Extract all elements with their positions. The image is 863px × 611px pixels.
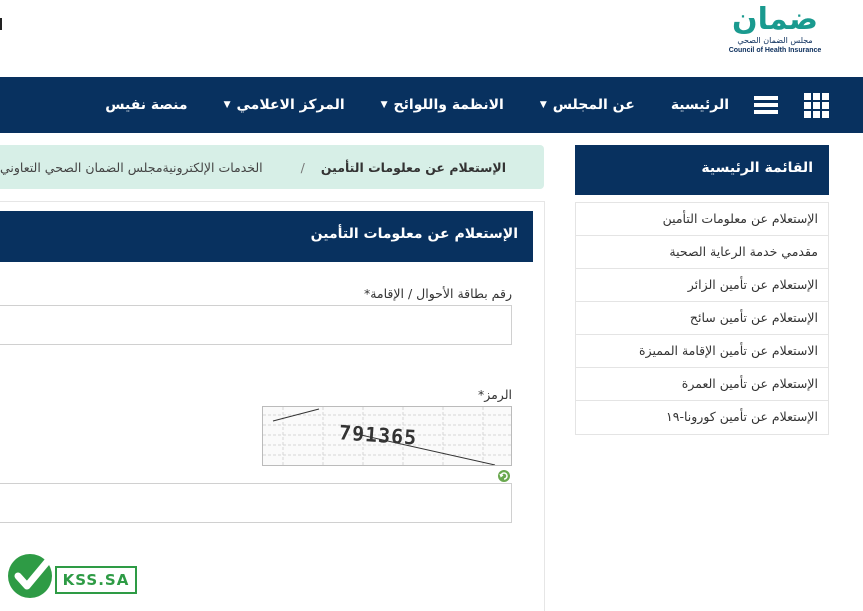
- caret-down-icon: ▼: [380, 100, 388, 110]
- nav-item-about[interactable]: عن المجلس ▼: [540, 97, 635, 113]
- sidebar-item-tourist-insurance[interactable]: الإستعلام عن تأمين سائح: [576, 302, 828, 335]
- sidebar-menu: الإستعلام عن معلومات التأمين مقدمي خدمة …: [575, 202, 829, 435]
- nav-item-label: الانظمة واللوائح: [393, 97, 504, 113]
- apps-grid-icon[interactable]: [803, 92, 829, 118]
- sidebar-item-insurance-inquiry[interactable]: الإستعلام عن معلومات التأمين: [576, 203, 828, 236]
- sidebar-item-healthcare-providers[interactable]: مقدمي خدمة الرعاية الصحية: [576, 236, 828, 269]
- refresh-icon[interactable]: [497, 469, 511, 483]
- logo-wordmark: ضمان: [732, 2, 818, 37]
- breadcrumb-separator: /: [300, 159, 305, 175]
- site-logo[interactable]: ضمان مجلس الضمان الصحي Council of Health…: [725, 4, 825, 62]
- logo-arabic-caption: مجلس الضمان الصحي: [737, 36, 813, 45]
- caret-down-icon: ▼: [223, 100, 231, 110]
- nav-item-media-center[interactable]: المركز الاعلامي ▼: [224, 97, 345, 113]
- menu-bars-icon[interactable]: [753, 92, 779, 118]
- sidebar-title: القائمة الرئيسية: [575, 145, 829, 195]
- nav-item-nafees[interactable]: منصة نفيس: [105, 97, 187, 113]
- captcha-image: 791365: [262, 406, 512, 466]
- breadcrumb: مجلس الضمان الصحي التعاوني الخدمات الإلك…: [0, 145, 544, 189]
- breadcrumb-link-eservices[interactable]: الخدمات الإلكترونية: [163, 160, 263, 175]
- logo-english-caption: Council of Health Insurance: [728, 47, 822, 54]
- checkmark-icon: [8, 552, 56, 598]
- nav-item-label: الرئيسية: [670, 97, 729, 113]
- breadcrumb-current: الإستعلام عن معلومات التأمين: [320, 159, 507, 175]
- nav-item-label: المركز الاعلامي: [236, 97, 345, 113]
- captcha-input[interactable]: [0, 483, 512, 523]
- nav-item-label: منصة نفيس: [105, 97, 188, 113]
- nav-item-regulations[interactable]: الانظمة واللوائح ▼: [381, 97, 504, 113]
- form-title: الإستعلام عن معلومات التأمين: [0, 211, 533, 262]
- site-header: ضمان مجلس الضمان الصحي Council of Health…: [0, 0, 863, 77]
- id-number-input[interactable]: [0, 305, 512, 345]
- nav-item-label: عن المجلس: [552, 97, 635, 113]
- caret-down-icon: ▼: [539, 100, 547, 110]
- nav-item-home[interactable]: الرئيسية: [671, 97, 729, 113]
- edge-mark: [0, 18, 2, 30]
- main-navbar: الرئيسية عن المجلس ▼ الانظمة واللوائح ▼ …: [0, 77, 863, 133]
- sidebar-item-covid-insurance[interactable]: الإستعلام عن تأمين كورونا-١٩: [576, 401, 828, 434]
- breadcrumb-link-council[interactable]: مجلس الضمان الصحي التعاوني: [0, 160, 163, 175]
- sidebar-item-umrah-insurance[interactable]: الإستعلام عن تأمين العمرة: [576, 368, 828, 401]
- captcha-label: الرمز*: [477, 387, 512, 402]
- watermark-text: KSS.SA: [55, 566, 137, 594]
- sidebar-item-visitor-insurance[interactable]: الإستعلام عن تأمين الزائر: [576, 269, 828, 302]
- id-number-label: رقم بطاقة الأحوال / الإقامة*: [363, 286, 512, 301]
- sidebar-item-premium-residency[interactable]: الاستعلام عن تأمين الإقامة المميزة: [576, 335, 828, 368]
- site-watermark: KSS.SA: [6, 550, 137, 600]
